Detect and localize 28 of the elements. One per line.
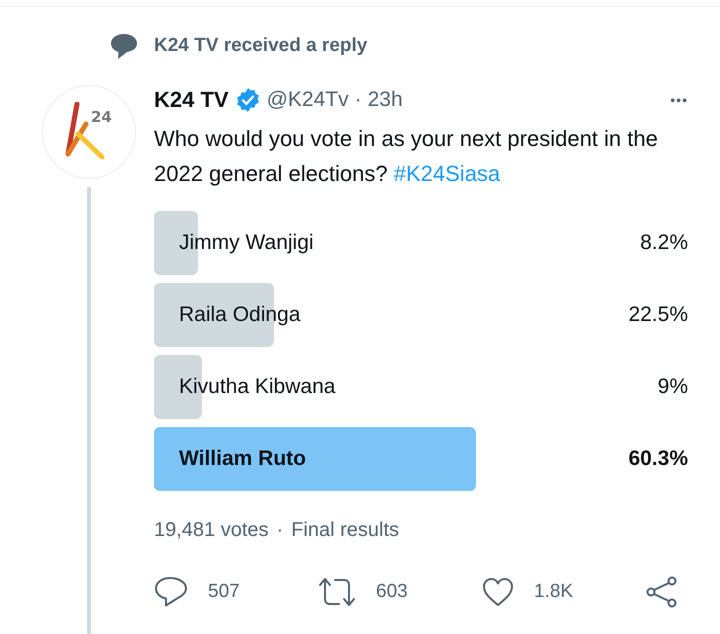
poll-percentage: 60.3% xyxy=(628,447,688,471)
action-count: 603 xyxy=(376,581,408,603)
tweet-time[interactable]: 23h xyxy=(368,88,403,112)
action-count: 1.8K xyxy=(534,581,574,603)
share-icon[interactable] xyxy=(646,576,678,608)
account-handle[interactable]: @K24Tv xyxy=(266,88,349,112)
retweet-icon[interactable] xyxy=(318,577,356,607)
speech-bubble-icon[interactable] xyxy=(154,576,188,608)
poll-status: Final results xyxy=(291,519,400,542)
heart-icon[interactable] xyxy=(482,577,514,607)
tweet-text: Who would you vote in as your next president in the 2022 general elections? #K24Siasa xyxy=(154,125,659,188)
poll-percentage: 22.5% xyxy=(628,303,688,327)
separator-dot: · xyxy=(276,519,284,542)
poll-option-label: Raila Odinga xyxy=(179,303,300,327)
reply-context-text: K24 TV received a reply xyxy=(154,35,368,57)
poll-option-label: Jimmy Wanjigi xyxy=(179,231,314,255)
poll-option-label: Kivutha Kibwana xyxy=(179,375,336,399)
speech-bubble-icon xyxy=(110,32,138,60)
poll-percentage: 9% xyxy=(658,375,688,399)
vote-count: 19,481 votes xyxy=(154,519,269,542)
channel-avatar[interactable]: 24 xyxy=(42,85,136,179)
poll-percentage: 8.2% xyxy=(640,231,688,255)
logo-drawing: 24 xyxy=(64,102,114,162)
poll-option-label: William Ruto xyxy=(179,447,306,471)
account-name[interactable]: K24 TV xyxy=(154,87,229,113)
separator-dot: · xyxy=(354,88,362,112)
action-count: 507 xyxy=(208,581,240,603)
more-menu-button[interactable]: ••• xyxy=(670,92,688,108)
